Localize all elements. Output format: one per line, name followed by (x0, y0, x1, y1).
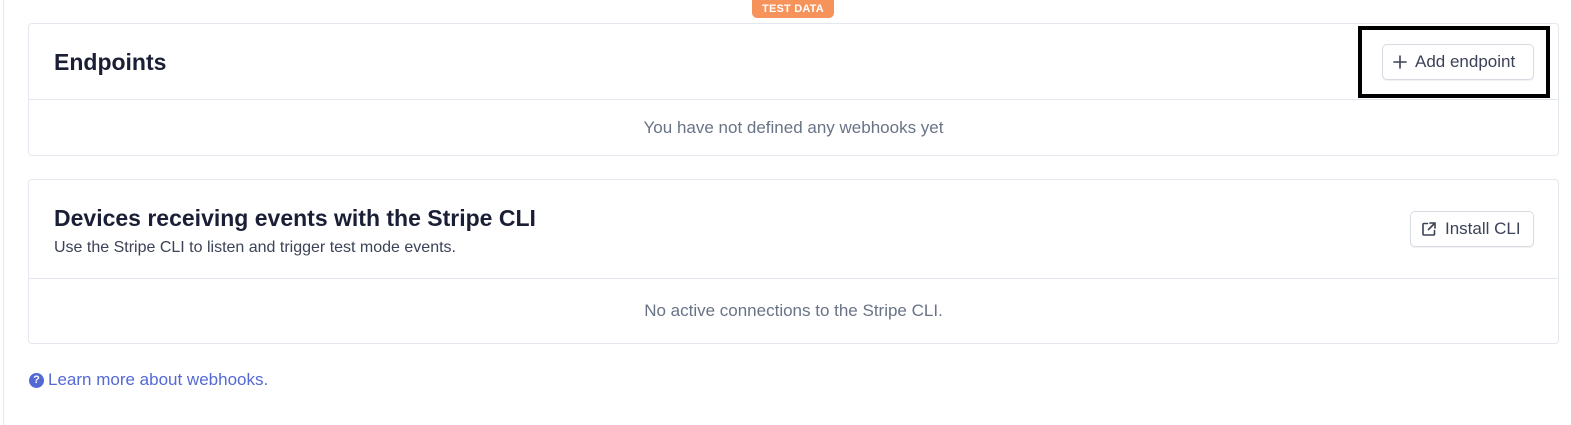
learn-more-label: Learn more about webhooks. (48, 370, 269, 389)
devices-empty-message: No active connections to the Stripe CLI. (644, 301, 943, 320)
question-circle-icon: ? (29, 372, 44, 388)
endpoints-card: Endpoints Add endpoint You have not defi… (28, 23, 1559, 156)
install-cli-button[interactable]: Install CLI (1410, 211, 1534, 247)
webhooks-page: TEST DATA Endpoints Add endpoint You hav… (0, 0, 1571, 425)
install-cli-label: Install CLI (1445, 219, 1521, 238)
highlight-box (1358, 26, 1550, 98)
learn-more-webhooks-link[interactable]: ? Learn more about webhooks. (29, 370, 268, 390)
devices-card: Devices receiving events with the Stripe… (28, 179, 1559, 344)
devices-subtitle: Use the Stripe CLI to listen and trigger… (54, 239, 456, 256)
test-data-badge: TEST DATA (752, 0, 834, 18)
endpoints-title: Endpoints (54, 49, 167, 75)
external-link-icon (1421, 221, 1437, 237)
devices-title: Devices receiving events with the Stripe… (54, 205, 536, 231)
endpoints-empty-message: You have not defined any webhooks yet (643, 118, 944, 137)
endpoints-card-header: Endpoints Add endpoint (29, 24, 1558, 100)
devices-card-header: Devices receiving events with the Stripe… (29, 180, 1558, 279)
left-divider (3, 0, 4, 425)
